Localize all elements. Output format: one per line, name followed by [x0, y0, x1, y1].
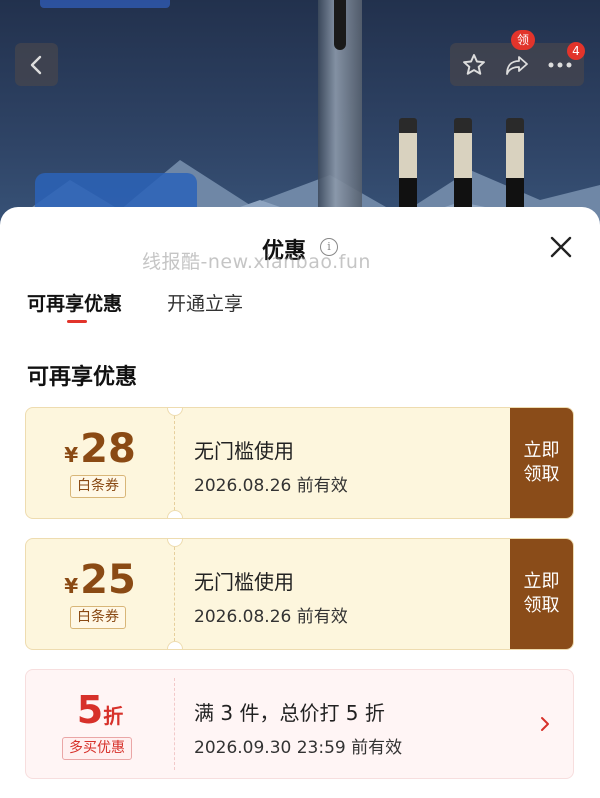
- coupon-title: 满 3 件，总价打 5 折: [194, 701, 385, 725]
- coupon-amount: ¥28: [26, 426, 174, 472]
- brand-logo: [40, 0, 170, 8]
- share-icon: [506, 55, 528, 75]
- coupon-notch: [167, 510, 183, 518]
- section-title: 可再享优惠: [27, 365, 138, 390]
- sheet-header: 优惠 i 线报酷-new.xianbao.fun: [0, 207, 600, 287]
- tab-membership-discounts[interactable]: 开通立享: [167, 289, 243, 316]
- claim-label-line2: 领取: [523, 464, 560, 485]
- claim-label-line2: 领取: [523, 595, 560, 616]
- coupon-notch: [167, 641, 183, 649]
- claim-button[interactable]: 立即 领取: [510, 408, 573, 518]
- coupon-value-area: ¥28 白条券: [26, 408, 174, 518]
- share-badge: 领: [511, 30, 536, 50]
- coupon-expiry: 2026.08.26 前有效: [194, 607, 348, 627]
- more-icon: [548, 62, 572, 67]
- currency-symbol: ¥: [64, 443, 79, 467]
- claim-button[interactable]: 立即 领取: [510, 539, 573, 649]
- pen-tip: [334, 0, 346, 50]
- currency-symbol: ¥: [64, 574, 79, 598]
- coupon-divider: [174, 416, 175, 510]
- coupon-type-tag: 白条券: [70, 606, 126, 629]
- multi-buy-discount-card[interactable]: 5折 多买优惠 满 3 件，总价打 5 折 2026.09.30 23:59 前…: [25, 669, 574, 779]
- tab-extra-discounts[interactable]: 可再享优惠: [27, 289, 122, 316]
- chevron-left-icon: [30, 55, 41, 74]
- tab-bar: 可再享优惠 开通立享: [0, 287, 600, 327]
- discount-rate: 5折: [26, 688, 174, 732]
- coupon-type-tag: 多买优惠: [62, 737, 132, 760]
- coupon-expiry: 2026.08.26 前有效: [194, 476, 348, 496]
- coupon-title: 无门槛使用: [194, 570, 294, 594]
- claim-label-line1: 立即: [523, 440, 560, 461]
- coupon-card: ¥25 白条券 无门槛使用 2026.08.26 前有效 立即 领取: [25, 538, 574, 650]
- close-icon: [550, 236, 572, 258]
- discount-rate-value: 5: [76, 688, 104, 732]
- back-button[interactable]: [15, 43, 58, 86]
- coupon-amount-value: 28: [80, 426, 136, 472]
- coupon-title: 无门槛使用: [194, 439, 294, 463]
- notification-badge: 4: [567, 42, 585, 60]
- chevron-right-icon: [541, 717, 549, 731]
- coupon-value-area: 5折 多买优惠: [26, 670, 174, 778]
- discount-unit: 折: [103, 704, 124, 728]
- coupon-amount: ¥25: [26, 557, 174, 603]
- coupon-value-area: ¥25 白条券: [26, 539, 174, 649]
- claim-label-line1: 立即: [523, 571, 560, 592]
- tab-active-indicator: [67, 320, 87, 323]
- discount-sheet: 优惠 i 线报酷-new.xianbao.fun 可再享优惠 开通立享 可再享优…: [0, 207, 600, 798]
- coupon-amount-value: 25: [80, 557, 136, 603]
- close-button[interactable]: [545, 231, 577, 263]
- coupon-divider: [174, 678, 175, 770]
- coupon-divider: [174, 547, 175, 641]
- star-icon: [463, 53, 485, 75]
- coupon-expiry: 2026.09.30 23:59 前有效: [194, 738, 403, 758]
- watermark: 线报酷-new.xianbao.fun: [142, 251, 371, 273]
- coupon-type-tag: 白条券: [70, 475, 126, 498]
- coupon-card: ¥28 白条券 无门槛使用 2026.08.26 前有效 立即 领取: [25, 407, 574, 519]
- favorite-button[interactable]: [452, 43, 496, 86]
